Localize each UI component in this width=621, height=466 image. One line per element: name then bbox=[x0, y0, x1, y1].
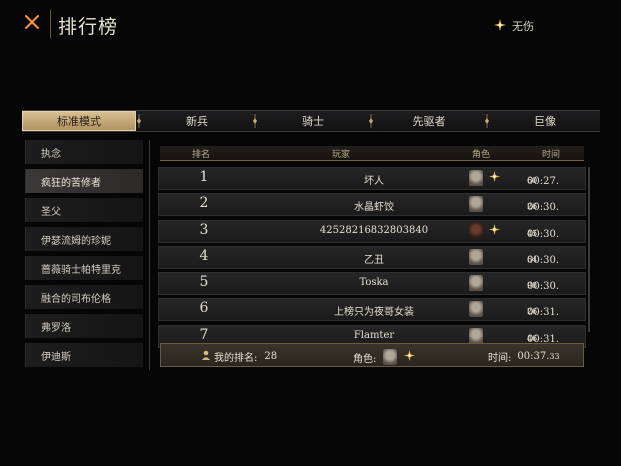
spark-icon bbox=[404, 350, 416, 364]
time-frac: 26 bbox=[527, 307, 538, 317]
boss-item-label: 蔷薇骑士帕特里克 bbox=[41, 264, 121, 276]
header-divider bbox=[50, 10, 51, 38]
header-time: 时间 bbox=[542, 150, 561, 160]
boss-item[interactable]: 蔷薇骑士帕特里克 bbox=[25, 256, 143, 280]
scrollbar[interactable] bbox=[588, 167, 590, 332]
tab-label: 巨像 bbox=[534, 115, 556, 128]
character-avatar bbox=[469, 222, 483, 239]
table-row[interactable]: 2 水晶虾饺 00:30. 26 bbox=[158, 193, 586, 217]
mode-tab-bar: 标准模式 新兵 骑士 先驱者 巨像 bbox=[22, 110, 600, 132]
boss-item-label: 弗罗洛 bbox=[41, 322, 71, 334]
my-time-main: 00:37. bbox=[517, 351, 550, 362]
my-rank-value: 28 bbox=[264, 351, 278, 362]
time-frac: 60 bbox=[527, 176, 538, 185]
table-row[interactable]: 5 Toska 00:30. 98 bbox=[158, 272, 586, 296]
spark-icon bbox=[489, 171, 500, 185]
boss-item[interactable]: 伊迪斯 bbox=[25, 343, 143, 367]
character-avatar bbox=[469, 170, 483, 186]
table-row[interactable]: 1 坏人 00:27. 60 bbox=[158, 167, 586, 190]
boss-item-selected[interactable]: 疯狂的苦修者 bbox=[25, 169, 143, 193]
player-cell: 坏人 bbox=[364, 176, 384, 187]
my-time-frac: 33 bbox=[549, 352, 560, 361]
boss-item-label: 融合的司布伦格 bbox=[41, 293, 111, 305]
my-rank: 我的排名: 28 bbox=[201, 349, 277, 364]
boss-item-label: 疯狂的苦修者 bbox=[41, 177, 101, 189]
header-player: 玩家 bbox=[332, 150, 351, 160]
close-button[interactable] bbox=[20, 12, 44, 36]
page-title: 排行榜 bbox=[58, 16, 119, 38]
boss-item[interactable]: 融合的司布伦格 bbox=[25, 285, 143, 309]
rank-cell: 3 bbox=[199, 221, 209, 238]
tab-label: 标准模式 bbox=[57, 115, 101, 128]
tab-vanguard[interactable]: 先驱者 bbox=[374, 111, 484, 131]
tab-label: 骑士 bbox=[302, 115, 324, 128]
rank-cell: 4 bbox=[199, 247, 209, 264]
panel-divider bbox=[149, 140, 150, 370]
spark-icon bbox=[489, 223, 500, 238]
character-avatar bbox=[469, 248, 483, 265]
rank-cell: 1 bbox=[199, 169, 209, 185]
player-cell: 42528216832803840 bbox=[319, 224, 429, 236]
role-label: 角色: bbox=[353, 353, 377, 365]
leaderboard-rows: 1 坏人 00:27. 60 2 水晶虾饺 00:30. 26 3 425282168328038… bbox=[158, 167, 586, 351]
character-avatar bbox=[383, 349, 398, 365]
time-label: 时间: bbox=[488, 353, 512, 364]
my-role: 角色: bbox=[353, 349, 416, 365]
time-frac: 46 bbox=[527, 333, 538, 343]
boss-item[interactable]: 弗罗洛 bbox=[25, 314, 143, 338]
player-cell: Toska bbox=[359, 277, 389, 289]
rank-cell: 5 bbox=[199, 274, 209, 291]
player-cell: 水晶虾饺 bbox=[354, 202, 394, 214]
player-cell: 乙丑 bbox=[364, 254, 384, 266]
rank-cell: 6 bbox=[199, 300, 209, 317]
table-row[interactable]: 6 上榜只为夜哥女装 00:31. 26 bbox=[158, 298, 586, 322]
header-rank: 排名 bbox=[192, 150, 211, 160]
tab-label: 先驱者 bbox=[412, 115, 446, 128]
time-frac: 64 bbox=[527, 254, 538, 264]
leaderboard-header: 排名 玩家 角色 时间 bbox=[160, 146, 584, 161]
character-avatar bbox=[469, 275, 483, 292]
table-row[interactable]: 3 42528216832803840 00:30. 45 bbox=[158, 219, 586, 243]
player-cell: Flamter bbox=[353, 329, 395, 341]
boss-item[interactable]: 圣父 bbox=[25, 198, 143, 222]
boss-item-label: 伊瑟流姆的珍妮 bbox=[41, 235, 111, 247]
tab-standard-mode[interactable]: 标准模式 bbox=[22, 111, 136, 131]
character-avatar bbox=[469, 327, 483, 344]
tab-knight[interactable]: 骑士 bbox=[258, 111, 368, 131]
character-avatar bbox=[469, 196, 483, 213]
time-frac: 98 bbox=[527, 281, 538, 291]
status-label: 无伤 bbox=[512, 20, 534, 33]
table-row[interactable]: 4 乙丑 00:30. 64 bbox=[158, 245, 586, 269]
boss-item-label: 圣父 bbox=[41, 206, 61, 218]
character-avatar bbox=[469, 301, 483, 318]
boss-list: 执念 疯狂的苦修者 圣父 伊瑟流姆的珍妮 蔷薇骑士帕特里克 融合的司布伦格 弗罗… bbox=[25, 140, 143, 372]
no-damage-status: 无伤 bbox=[494, 18, 534, 34]
rank-cell: 7 bbox=[199, 326, 209, 343]
user-icon bbox=[201, 350, 211, 363]
boss-item-label: 伊迪斯 bbox=[41, 351, 71, 363]
tab-recruit[interactable]: 新兵 bbox=[142, 111, 252, 131]
header-role: 角色 bbox=[472, 150, 491, 160]
close-x-icon bbox=[23, 13, 41, 35]
rank-cell: 2 bbox=[199, 195, 209, 212]
my-rank-label: 我的排名: bbox=[214, 353, 258, 364]
time-frac: 26 bbox=[527, 202, 538, 212]
spark-icon bbox=[494, 18, 506, 34]
my-rank-bar: 我的排名: 28 角色: 时间: 00:37.33 bbox=[160, 343, 584, 367]
boss-item[interactable]: 执念 bbox=[25, 140, 143, 164]
boss-item[interactable]: 伊瑟流姆的珍妮 bbox=[25, 227, 143, 251]
boss-item-label: 执念 bbox=[41, 148, 61, 160]
tab-colossus[interactable]: 巨像 bbox=[490, 111, 600, 131]
time-frac: 45 bbox=[527, 228, 538, 238]
my-time: 时间: 00:37.33 bbox=[488, 349, 560, 364]
player-cell: 上榜只为夜哥女装 bbox=[334, 307, 414, 319]
tab-label: 新兵 bbox=[186, 115, 208, 128]
